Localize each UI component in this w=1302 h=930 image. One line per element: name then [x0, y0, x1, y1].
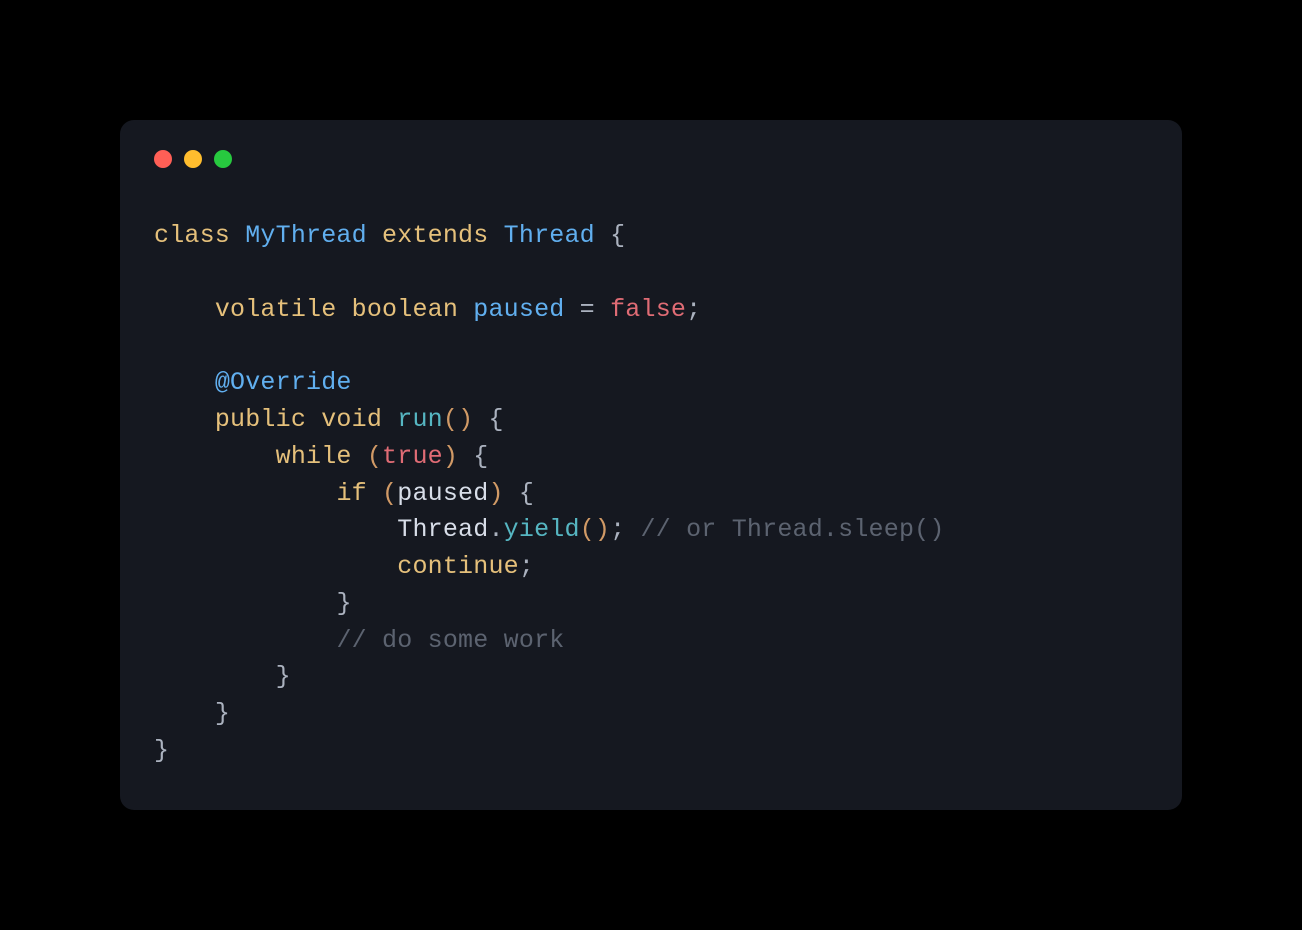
paren-close: ): [488, 479, 503, 508]
brace-open: {: [610, 221, 625, 250]
func-run: run: [397, 405, 443, 434]
semi: ;: [686, 295, 701, 324]
paren-close: ): [595, 515, 610, 544]
dot: .: [488, 515, 503, 544]
paren-open: (: [382, 479, 397, 508]
code-window: class MyThread extends Thread { volatile…: [120, 120, 1182, 809]
brace-open: {: [473, 442, 488, 471]
paren-close: ): [443, 442, 458, 471]
assign: =: [564, 295, 610, 324]
brace-close: }: [154, 736, 169, 765]
keyword-class: class: [154, 221, 230, 250]
func-yield: yield: [504, 515, 580, 544]
keyword-while: while: [276, 442, 352, 471]
keyword-extends: extends: [382, 221, 488, 250]
paren-open: (: [367, 442, 382, 471]
comment-work: // do some work: [336, 626, 564, 655]
annotation-override: @Override: [215, 368, 352, 397]
keyword-boolean: boolean: [352, 295, 458, 324]
identifier-paused: paused: [397, 479, 488, 508]
window-controls: [154, 150, 1148, 168]
paren-open: (: [580, 515, 595, 544]
brace-open: {: [488, 405, 503, 434]
comment-yield: // or Thread.sleep(): [641, 515, 945, 544]
brace-open: {: [519, 479, 534, 508]
brace-close: }: [336, 589, 351, 618]
keyword-void: void: [321, 405, 382, 434]
keyword-continue: continue: [397, 552, 519, 581]
keyword-public: public: [215, 405, 306, 434]
semi: ;: [610, 515, 625, 544]
maximize-icon[interactable]: [214, 150, 232, 168]
paren-close: ): [458, 405, 473, 434]
code-block: class MyThread extends Thread { volatile…: [154, 218, 1148, 769]
type-thread: Thread: [397, 515, 488, 544]
paren-open: (: [443, 405, 458, 434]
type-thread: Thread: [504, 221, 595, 250]
type-mythread: MyThread: [245, 221, 367, 250]
literal-true: true: [382, 442, 443, 471]
keyword-volatile: volatile: [215, 295, 337, 324]
close-icon[interactable]: [154, 150, 172, 168]
brace-close: }: [276, 662, 291, 691]
semi: ;: [519, 552, 534, 581]
minimize-icon[interactable]: [184, 150, 202, 168]
keyword-if: if: [336, 479, 366, 508]
identifier-paused: paused: [473, 295, 564, 324]
brace-close: }: [215, 699, 230, 728]
literal-false: false: [610, 295, 686, 324]
